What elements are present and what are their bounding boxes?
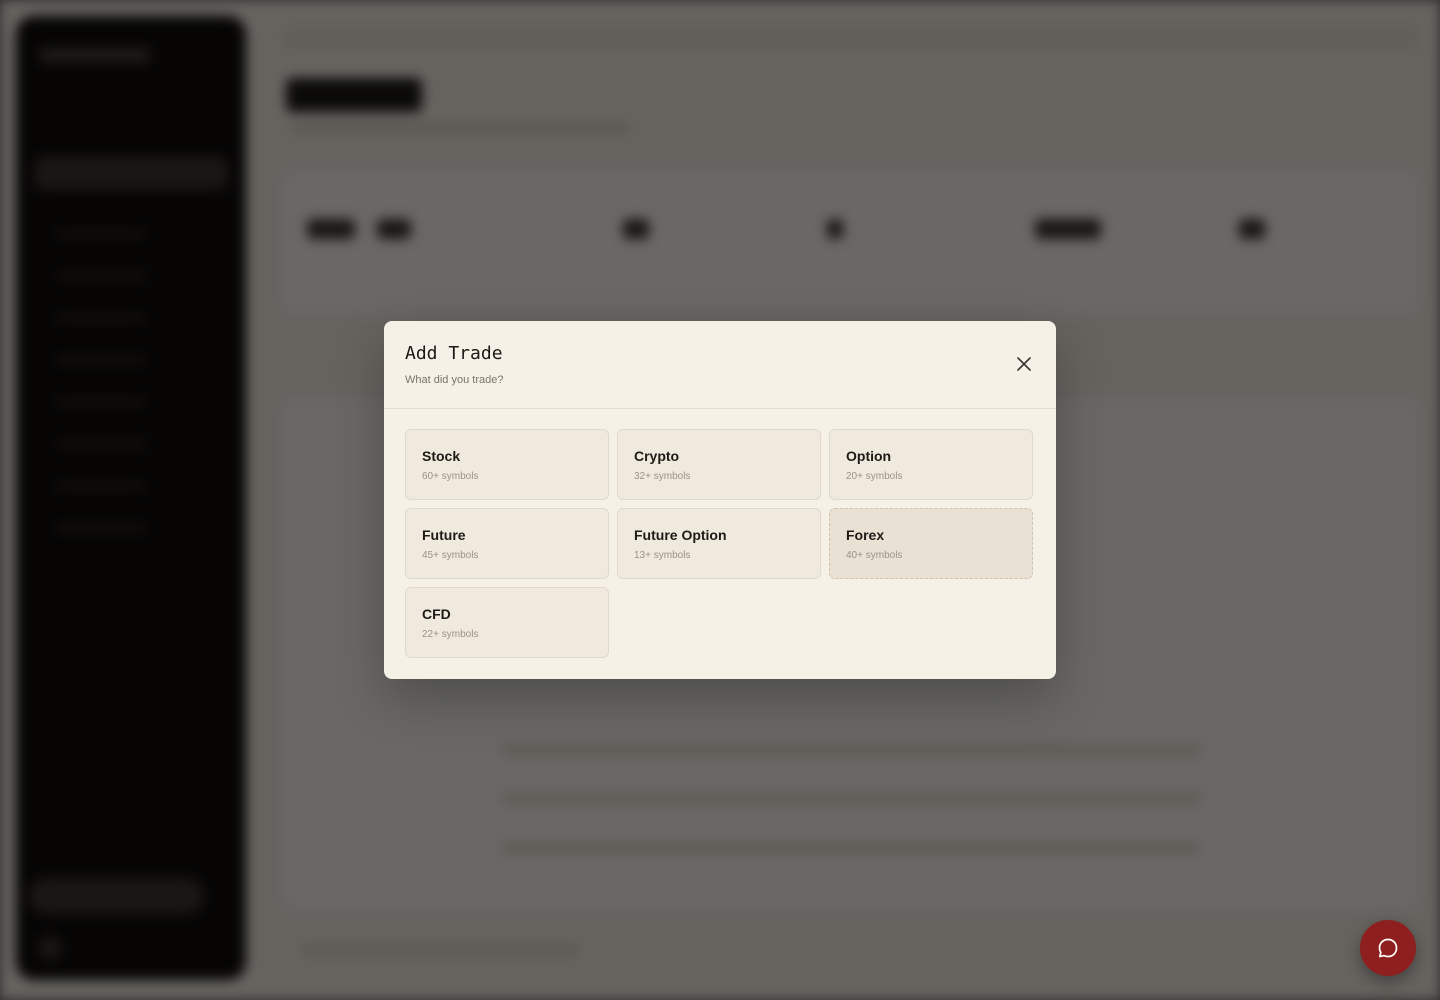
trade-type-label: CFD bbox=[422, 606, 451, 622]
trade-type-future[interactable]: Future 45+ symbols bbox=[405, 508, 609, 579]
chat-bubble-icon bbox=[1378, 938, 1398, 958]
close-button[interactable] bbox=[1014, 354, 1034, 374]
trade-type-label: Future Option bbox=[634, 527, 727, 543]
trade-type-label: Forex bbox=[846, 527, 885, 543]
trade-type-label: Crypto bbox=[634, 448, 680, 464]
add-trade-modal: Add Trade What did you trade? Stock 60+ … bbox=[384, 321, 1056, 679]
trade-type-count: 13+ symbols bbox=[634, 550, 691, 561]
modal-title: Add Trade bbox=[405, 343, 503, 364]
trade-type-label: Stock bbox=[422, 448, 461, 464]
trade-type-label: Option bbox=[846, 448, 892, 464]
trade-type-count: 32+ symbols bbox=[634, 471, 691, 482]
trade-type-count: 20+ symbols bbox=[846, 471, 903, 482]
trade-type-count: 22+ symbols bbox=[422, 629, 479, 640]
trade-type-grid: Stock 60+ symbols Crypto 32+ symbols Opt… bbox=[405, 429, 1033, 658]
modal-header: Add Trade What did you trade? bbox=[384, 321, 1056, 409]
trade-type-count: 60+ symbols bbox=[422, 471, 479, 482]
trade-type-stock[interactable]: Stock 60+ symbols bbox=[405, 429, 609, 500]
modal-subtitle: What did you trade? bbox=[405, 374, 504, 386]
trade-type-label: Future bbox=[422, 527, 466, 543]
trade-type-option[interactable]: Option 20+ symbols bbox=[829, 429, 1033, 500]
chat-button[interactable] bbox=[1360, 920, 1416, 976]
trade-type-count: 40+ symbols bbox=[846, 550, 903, 561]
trade-type-forex[interactable]: Forex 40+ symbols bbox=[829, 508, 1033, 579]
trade-type-crypto[interactable]: Crypto 32+ symbols bbox=[617, 429, 821, 500]
trade-type-future-option[interactable]: Future Option 13+ symbols bbox=[617, 508, 821, 579]
trade-type-cfd[interactable]: CFD 22+ symbols bbox=[405, 587, 609, 658]
trade-type-count: 45+ symbols bbox=[422, 550, 479, 561]
close-icon bbox=[1017, 357, 1031, 371]
